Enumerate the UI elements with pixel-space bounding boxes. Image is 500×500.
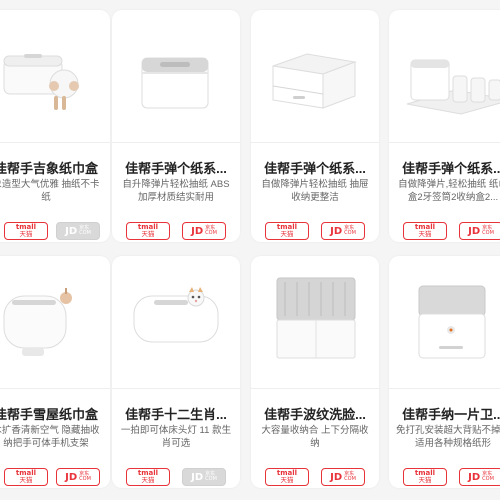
product-image[interactable] <box>389 10 500 140</box>
jd-com: COM <box>79 230 91 236</box>
product-card[interactable]: 佳帮手波纹洗脸... 大容量收纳合 上下分隔收纳 tmall 天猫 JD 京东 CO… <box>251 256 379 488</box>
product-card[interactable]: 佳帮手吉象纸巾盒 象造型大气优雅 抽纸不卡纸 tmall 天猫 JD 京东 COM <box>0 10 110 242</box>
tmall-button[interactable]: tmall 天猫 <box>403 468 447 486</box>
product-description: 自升降弹片轻松抽纸 ABS加厚材质结实耐用 <box>122 179 230 203</box>
tmall-button[interactable]: tmall 天猫 <box>126 468 170 486</box>
jd-button[interactable]: JD 京东 COM <box>321 222 365 240</box>
jd-button[interactable]: JD 京东 COM <box>182 222 226 240</box>
jd-button[interactable]: JD 京东 COM <box>459 468 500 486</box>
jd-logo: JD <box>330 471 343 483</box>
tmall-label: 天猫 <box>280 230 294 238</box>
divider <box>389 388 500 389</box>
tmall-button[interactable]: tmall 天猫 <box>126 222 170 240</box>
product-card[interactable]: 佳帮手纳一片卫... 免打孔安装超大背贴不掉落 适用各种规格纸形 tmall 天猫… <box>389 256 500 488</box>
jd-logo: JD <box>191 225 204 237</box>
jd-com: COM <box>344 476 356 482</box>
tmall-button[interactable]: tmall 天猫 <box>403 222 447 240</box>
divider <box>0 142 110 143</box>
divider <box>389 142 500 143</box>
jd-button[interactable]: JD 京东 COM <box>321 468 365 486</box>
product-card[interactable]: 佳帮手雪屋纸巾盒 木扩香清新空气 隐藏抽收纳把手可体手机支架 tmall 天猫 J… <box>0 256 110 488</box>
tmall-label: 天猫 <box>418 476 432 484</box>
product-description: 自做降弹片轻松抽纸 抽屉收纳更整洁 <box>261 179 369 203</box>
product-description: 免打孔安装超大背贴不掉落 适用各种规格纸形 <box>395 425 500 449</box>
product-card[interactable]: 佳帮手弹个纸系... 自升降弹片轻松抽纸 ABS加厚材质结实耐用 tmall 天猫… <box>112 10 240 242</box>
product-image[interactable] <box>0 256 110 386</box>
jd-logo: JD <box>191 471 204 483</box>
product-image[interactable] <box>112 10 240 140</box>
product-description: 自做降弹片,轻松抽纸 纸巾盒2牙签筒2收纳盒2... <box>398 179 500 203</box>
jd-com: COM <box>79 476 91 482</box>
jd-logo: JD <box>468 225 481 237</box>
tmall-button[interactable]: tmall 天猫 <box>265 468 309 486</box>
product-title: 佳帮手纳一片卫... <box>402 407 500 422</box>
tmall-label: 天猫 <box>280 476 294 484</box>
product-title: 佳帮手雪屋纸巾盒 <box>0 407 98 422</box>
product-title: 佳帮手十二生肖... <box>125 407 227 422</box>
jd-com: COM <box>482 476 494 482</box>
jd-com: COM <box>344 230 356 236</box>
product-card[interactable]: 佳帮手弹个纸系... 自做降弹片,轻松抽纸 纸巾盒2牙签筒2收纳盒2... tm… <box>389 10 500 242</box>
product-card[interactable]: 佳帮手弹个纸系... 自做降弹片轻松抽纸 抽屉收纳更整洁 tmall 天猫 JD … <box>251 10 379 242</box>
product-image[interactable] <box>251 10 379 140</box>
product-card[interactable]: 佳帮手十二生肖... 一拍即可体床头灯 11 款生肖可选 tmall 天猫 JD … <box>112 256 240 488</box>
tmall-label: 天猫 <box>19 230 33 238</box>
product-image[interactable] <box>251 256 379 386</box>
tmall-button[interactable]: tmall 天猫 <box>4 222 48 240</box>
tmall-button[interactable]: tmall 天猫 <box>4 468 48 486</box>
product-title: 佳帮手弹个纸系... <box>264 161 366 176</box>
jd-logo: JD <box>65 471 78 483</box>
jd-button[interactable]: JD 京东 COM <box>459 222 500 240</box>
divider <box>251 388 379 389</box>
divider <box>0 388 110 389</box>
divider <box>112 388 240 389</box>
product-image[interactable] <box>0 10 110 140</box>
product-title: 佳帮手吉象纸巾盒 <box>0 161 98 176</box>
tmall-label: 天猫 <box>141 230 155 238</box>
product-title: 佳帮手弹个纸系... <box>125 161 227 176</box>
divider <box>251 142 379 143</box>
product-description: 一拍即可体床头灯 11 款生肖可选 <box>120 425 232 449</box>
divider <box>112 142 240 143</box>
jd-button[interactable]: JD 京东 COM <box>56 468 100 486</box>
jd-button[interactable]: JD 京东 COM <box>182 468 226 486</box>
product-image[interactable] <box>389 256 500 386</box>
product-title: 佳帮手波纹洗脸... <box>264 407 366 422</box>
jd-logo: JD <box>468 471 481 483</box>
product-description: 大容量收纳合 上下分隔收纳 <box>261 425 369 449</box>
jd-logo: JD <box>330 225 343 237</box>
product-image[interactable] <box>112 256 240 386</box>
jd-com: COM <box>205 230 217 236</box>
tmall-label: 天猫 <box>141 476 155 484</box>
product-description: 象造型大气优雅 抽纸不卡纸 <box>0 179 100 203</box>
jd-com: COM <box>482 230 494 236</box>
product-title: 佳帮手弹个纸系... <box>402 161 500 176</box>
tmall-label: 天猫 <box>418 230 432 238</box>
product-description: 木扩香清新空气 隐藏抽收纳把手可体手机支架 <box>0 425 100 449</box>
jd-com: COM <box>205 476 217 482</box>
jd-logo: JD <box>65 225 78 237</box>
jd-button[interactable]: JD 京东 COM <box>56 222 100 240</box>
tmall-button[interactable]: tmall 天猫 <box>265 222 309 240</box>
tmall-label: 天猫 <box>19 476 33 484</box>
